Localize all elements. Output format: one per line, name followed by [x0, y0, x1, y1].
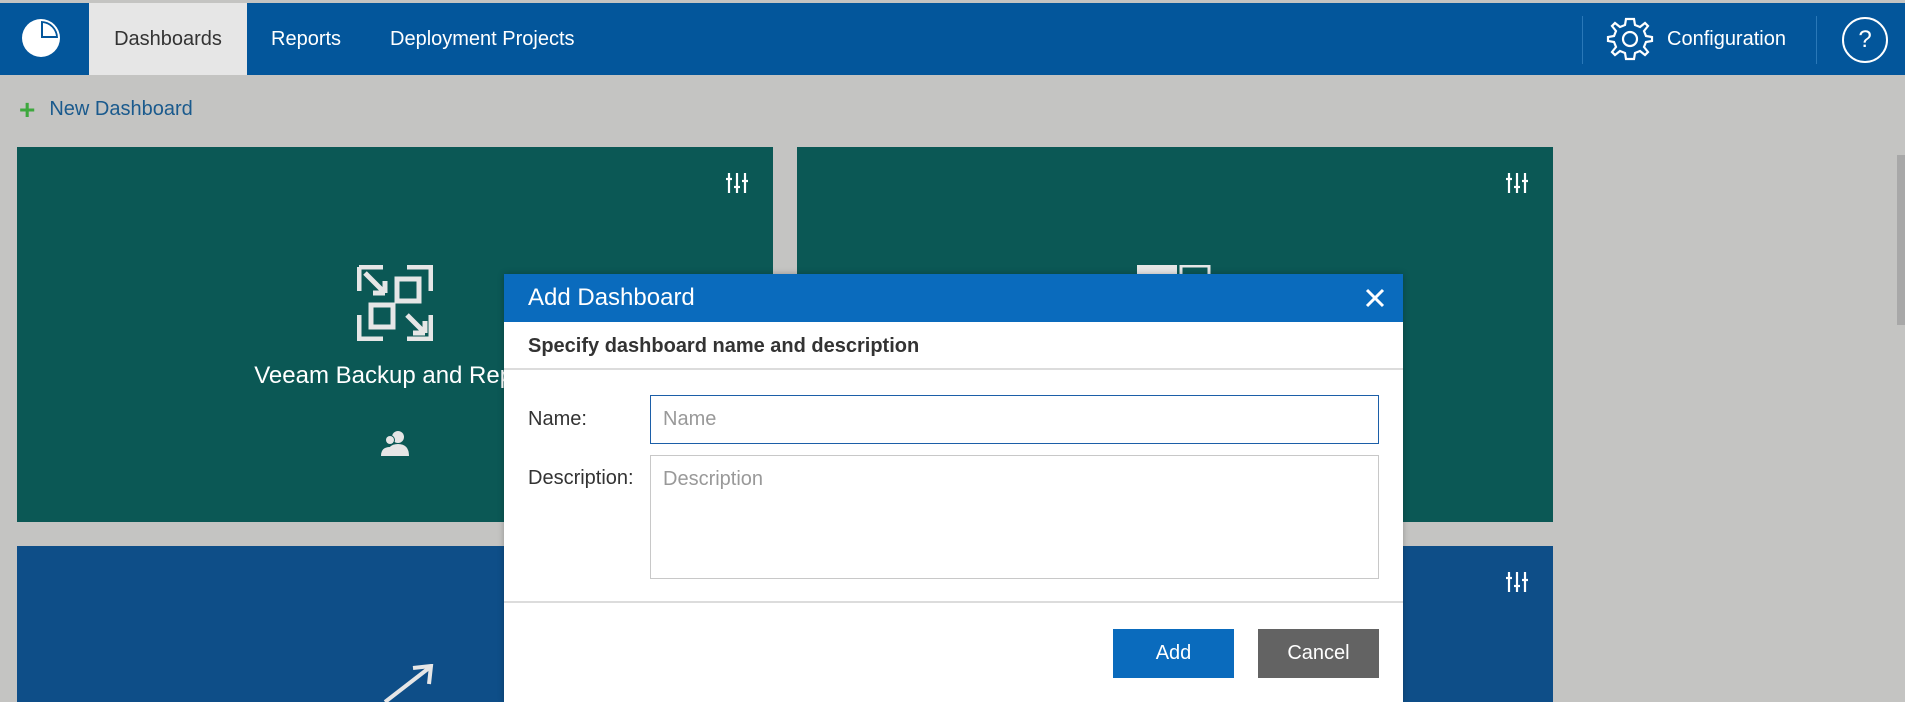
tab-reports[interactable]: Reports — [271, 3, 341, 75]
add-button[interactable]: Add — [1113, 629, 1234, 678]
tile-settings-icon[interactable] — [725, 171, 749, 195]
tile-settings-icon[interactable] — [1505, 570, 1529, 594]
top-nav-bar: Dashboards Reports Deployment Projects C… — [0, 3, 1905, 75]
add-dashboard-dialog: Add Dashboard Specify dashboard name and… — [504, 274, 1403, 702]
tab-dashboards[interactable]: Dashboards — [89, 3, 247, 75]
description-input[interactable] — [650, 455, 1379, 579]
configuration-button[interactable]: Configuration — [1605, 3, 1786, 75]
plus-icon: + — [19, 93, 36, 125]
dialog-subtitle: Specify dashboard name and description — [504, 322, 1403, 370]
trend-arrow-icon — [383, 664, 434, 702]
dialog-divider — [504, 601, 1403, 603]
configuration-label: Configuration — [1667, 27, 1786, 50]
app-logo-icon[interactable] — [20, 17, 62, 59]
new-dashboard-label: New Dashboard — [49, 98, 193, 120]
users-icon — [381, 431, 409, 456]
dialog-title: Add Dashboard — [528, 284, 695, 311]
tile-settings-icon[interactable] — [1505, 171, 1529, 195]
description-label: Description: — [528, 467, 634, 489]
dialog-header: Add Dashboard — [504, 274, 1403, 322]
cancel-button[interactable]: Cancel — [1258, 629, 1379, 678]
nav-divider — [1582, 16, 1583, 64]
nav-divider — [1816, 16, 1817, 64]
page-scrollbar[interactable] — [1897, 155, 1905, 325]
close-icon[interactable] — [1361, 284, 1389, 312]
name-label: Name: — [528, 408, 587, 430]
help-button[interactable]: ? — [1842, 17, 1888, 63]
gear-icon — [1606, 17, 1654, 61]
name-input[interactable] — [650, 395, 1379, 444]
tab-deployment-projects[interactable]: Deployment Projects — [390, 3, 575, 75]
new-dashboard-button[interactable]: + New Dashboard — [19, 93, 193, 125]
veeam-backup-icon — [357, 265, 433, 341]
